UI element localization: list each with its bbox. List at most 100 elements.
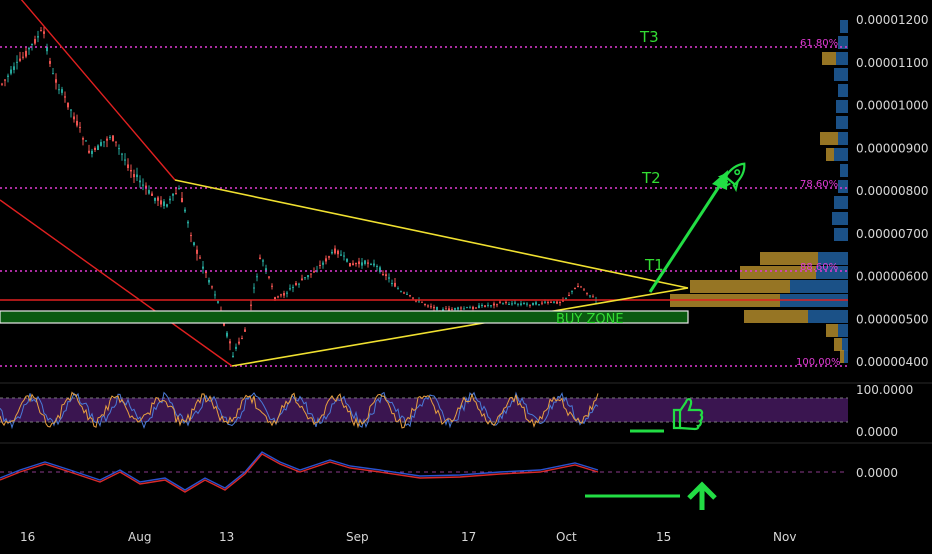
candle-body [208, 280, 210, 283]
volume-profile-bar [820, 132, 838, 145]
volume-profile-bar [834, 228, 848, 241]
candle-body [478, 305, 480, 309]
candle-body [16, 61, 18, 63]
candle-body [430, 306, 432, 308]
candle-body [79, 126, 81, 128]
candle-body [253, 287, 255, 289]
candle-body [22, 56, 24, 58]
fib-level-label: 61.80% [800, 38, 838, 49]
price-tick-label: 0.00000400 [856, 355, 929, 369]
volume-profile-bar [838, 324, 848, 337]
candle-body [94, 147, 96, 150]
candle-body [229, 341, 231, 344]
candle-body [10, 69, 12, 74]
candle-body [241, 338, 243, 340]
projection-arrow [648, 181, 724, 293]
candle-body [424, 304, 426, 306]
candle-body [226, 332, 228, 337]
candle-body [160, 200, 162, 205]
volume-profile-bar [790, 280, 848, 293]
candle-body [49, 61, 51, 64]
candle-body [259, 257, 261, 260]
candle-body [202, 266, 204, 269]
candle-body [526, 303, 528, 305]
volume-profile-bar [744, 310, 808, 323]
candle-body [55, 79, 57, 83]
candle-body [13, 66, 15, 70]
candle-body [52, 73, 54, 75]
candle-body [91, 150, 93, 154]
volume-profile-bar [836, 100, 848, 113]
candle-body [583, 289, 585, 291]
candle-body [106, 138, 108, 141]
price-tick-label: 0.00000800 [856, 184, 929, 198]
price-tick-label: 0.00000700 [856, 227, 929, 241]
candle-body [460, 307, 462, 309]
candle-body [214, 294, 216, 296]
candle-body [19, 58, 21, 61]
candle-body [181, 197, 183, 203]
candle-body [472, 306, 474, 310]
candle-body [370, 263, 372, 265]
candle-body [304, 277, 306, 279]
candle-body [361, 262, 363, 266]
candle-body [328, 256, 330, 258]
time-tick-label: 15 [656, 530, 671, 544]
candle-body [118, 148, 120, 150]
candle-body [292, 286, 294, 288]
candle-body [301, 278, 303, 281]
candle-body [385, 274, 387, 277]
price-tick-label: 0.00000600 [856, 270, 929, 284]
candle-body [193, 242, 195, 246]
candle-body [568, 294, 570, 296]
candle-body [154, 197, 156, 201]
volume-profile-bar [826, 148, 834, 161]
candle-body [274, 297, 276, 300]
candle-body [121, 153, 123, 155]
chart-svg: 61.80% 78.60% 88.60% 100.00% BUY ZONE T3 T2… [0, 0, 932, 544]
time-tick-label: 17 [461, 530, 476, 544]
candle-body [112, 135, 114, 142]
price-tick-label: 0.00000500 [856, 312, 929, 326]
candle-body [109, 136, 111, 138]
candle-body [535, 302, 537, 305]
candle-body [589, 295, 591, 297]
candle-body [505, 302, 507, 304]
candle-body [313, 271, 315, 273]
candle-body [184, 209, 186, 212]
candle-body [397, 288, 399, 290]
candle-body [172, 193, 174, 196]
time-tick-label: Aug [128, 530, 151, 544]
red-trendline-lower [0, 199, 233, 367]
price-tick-label: 0.00000900 [856, 141, 929, 155]
osc-axis-high: 100.0000 [856, 383, 913, 397]
candle-body [499, 301, 501, 303]
volume-profile-bar [838, 180, 848, 193]
fib-level-label: 78.60% [800, 179, 838, 190]
candle-body [400, 291, 402, 293]
candle-body [355, 263, 357, 265]
candle-body [388, 277, 390, 279]
candle-body [244, 329, 246, 332]
price-tick-label: 0.00001100 [856, 56, 929, 70]
up-arrow-icon [687, 481, 717, 510]
candle-body [271, 285, 273, 287]
time-tick-label: Nov [773, 530, 796, 544]
candle-body [175, 193, 177, 195]
target-t2: T2 [641, 169, 661, 187]
volume-profile-bar [838, 132, 848, 145]
candle-body [448, 308, 450, 311]
volume-profile-bar [834, 196, 848, 209]
candle-body [559, 301, 561, 303]
candle-body [544, 301, 546, 303]
volume-profile-bar [822, 52, 836, 65]
candle-body [265, 268, 267, 271]
candle-body [43, 31, 45, 34]
volume-profile-bar [842, 338, 848, 351]
candle-body [88, 150, 90, 153]
candle-body [538, 304, 540, 306]
target-t3: T3 [639, 28, 659, 46]
candle-body [58, 89, 60, 91]
volume-profile-bar [840, 164, 848, 177]
candle-body [511, 303, 513, 305]
